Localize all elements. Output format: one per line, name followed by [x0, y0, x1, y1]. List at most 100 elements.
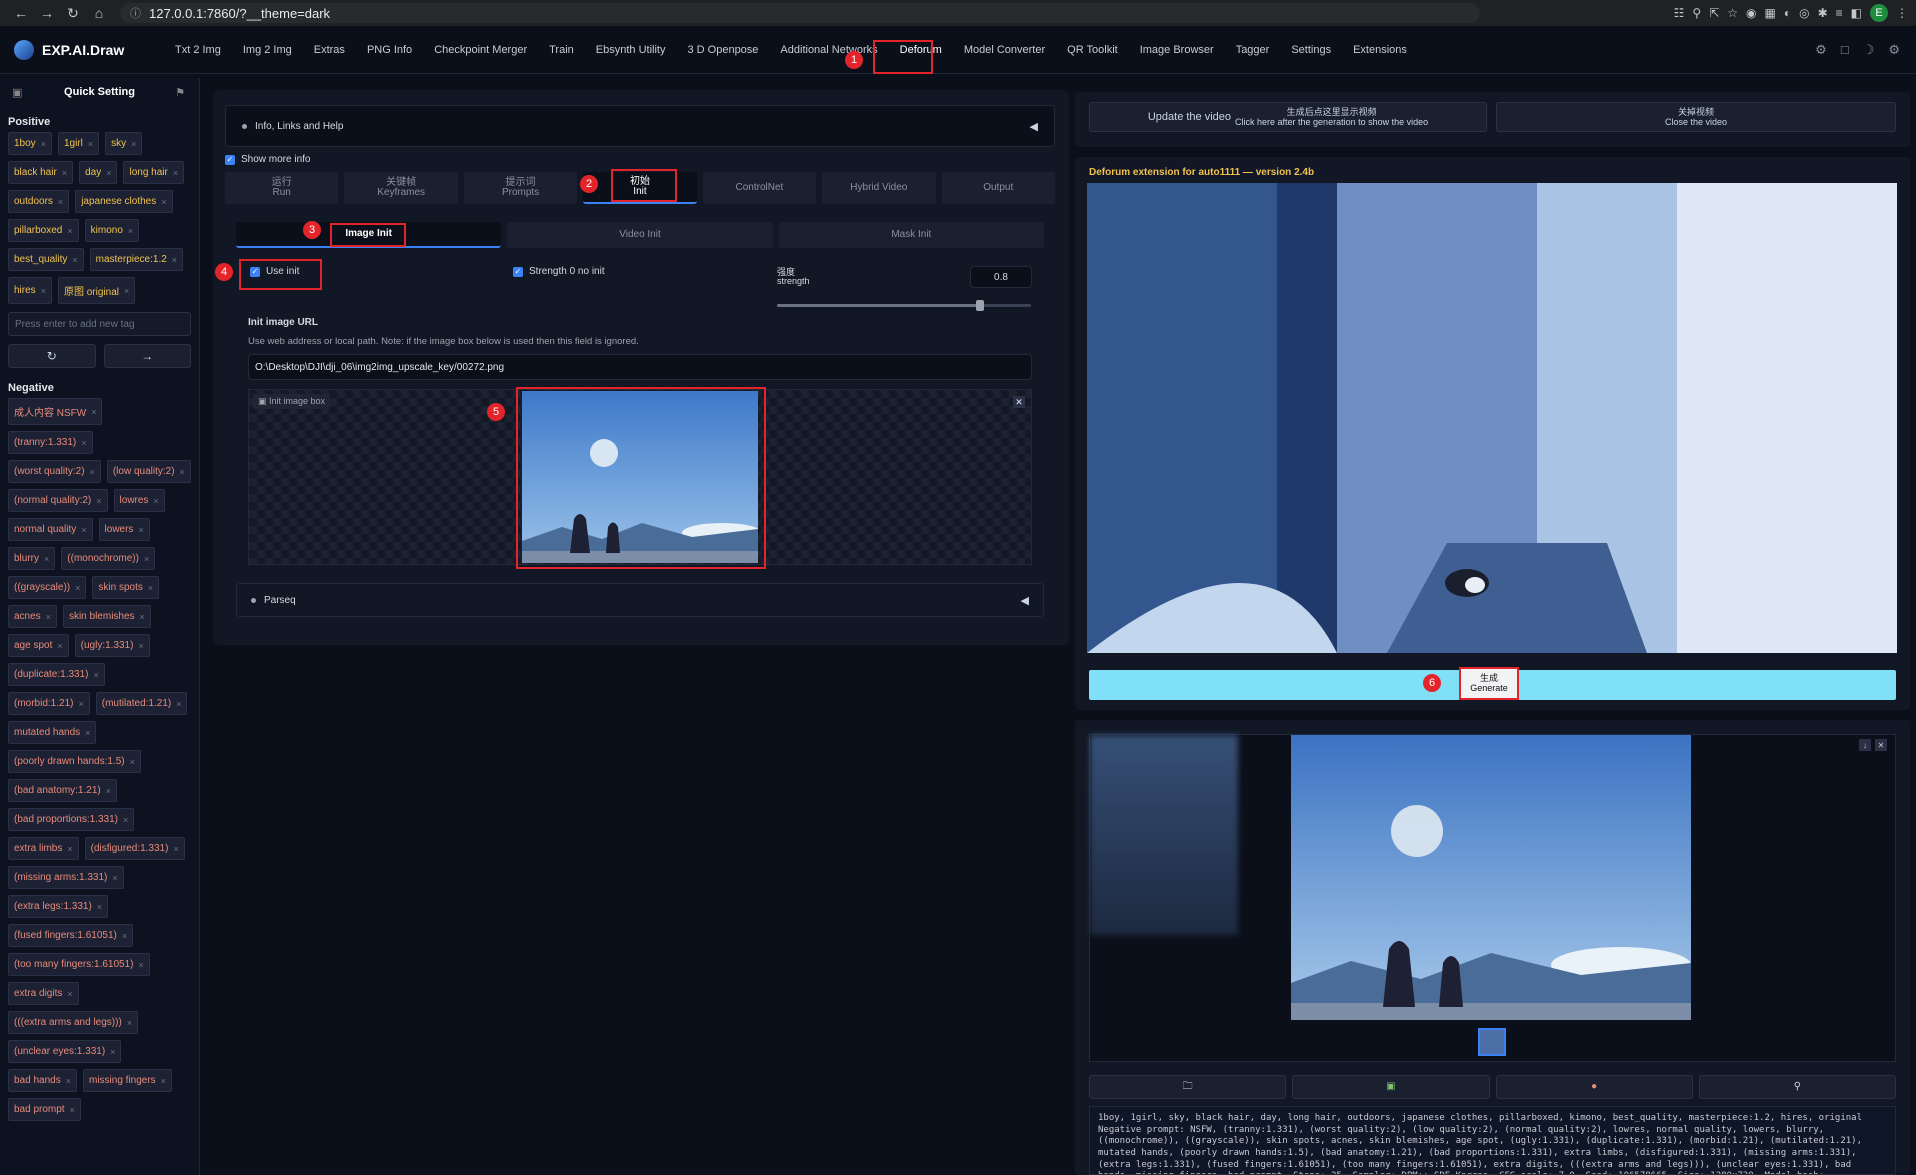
tag-chip[interactable]: 原图 original × [57, 277, 136, 304]
tag-chip[interactable]: black hair × [8, 161, 74, 184]
bookmark-star-icon[interactable]: ☆ [1727, 6, 1738, 20]
translate-icon[interactable]: ☷ [1674, 6, 1685, 20]
tag-chip[interactable]: (mutilated:1.21) × [95, 692, 188, 715]
tag-chip[interactable]: (fused fingers:1.61051) × [8, 924, 134, 947]
reload-icon[interactable]: ↻ [60, 5, 86, 22]
tag-chip[interactable]: (bad proportions:1.331) × [8, 808, 135, 831]
remove-tag-icon[interactable]: × [67, 226, 72, 236]
remove-tag-icon[interactable]: × [131, 139, 136, 149]
open-folder-button[interactable]: 🗀 [1089, 1075, 1287, 1099]
subtab-controlnet[interactable]: ControlNet [702, 172, 817, 204]
remove-tag-icon[interactable]: × [144, 554, 149, 564]
tag-chip[interactable]: (unclear eyes:1.331) × [8, 1040, 122, 1063]
tag-chip[interactable]: lowres × [113, 489, 165, 512]
tag-chip[interactable]: acnes × [8, 605, 57, 628]
zoom-icon[interactable]: ⚲ [1692, 6, 1701, 20]
top-tab-ebsynth-utility[interactable]: Ebsynth Utility [585, 33, 677, 67]
remove-tag-icon[interactable]: × [72, 255, 77, 265]
gallery-main-image[interactable] [1291, 735, 1691, 1020]
tag-chip[interactable]: lowers × [98, 518, 150, 541]
remove-tag-icon[interactable]: × [97, 902, 102, 912]
info-accordion[interactable]: Info, Links and Help ◀ [225, 105, 1055, 147]
gallery-thumbnail[interactable] [1478, 1028, 1506, 1056]
puzzle-icon[interactable]: ✱ [1818, 6, 1828, 20]
remove-tag-icon[interactable]: × [67, 989, 72, 999]
tag-chip[interactable]: bad prompt × [8, 1098, 81, 1121]
remove-tag-icon[interactable]: × [96, 496, 101, 506]
remove-tag-icon[interactable]: × [94, 670, 99, 680]
moon-icon[interactable]: ☽ [1863, 42, 1875, 58]
checkbox-icon[interactable]: ✓ [513, 266, 523, 277]
tag-chip[interactable]: (tranny:1.331) × [8, 431, 93, 454]
tag-chip[interactable]: long hair × [123, 161, 185, 184]
remove-tag-icon[interactable]: × [106, 786, 111, 796]
top-tab-qr-toolkit[interactable]: QR Toolkit [1056, 33, 1129, 67]
remove-tag-icon[interactable]: × [58, 197, 63, 207]
tag-chip[interactable]: skin spots × [92, 576, 160, 599]
tag-chip[interactable]: masterpiece:1.2 × [89, 248, 184, 271]
checkbox-icon[interactable]: ✓ [225, 154, 235, 165]
download-icon[interactable]: ↓ [1859, 739, 1871, 751]
subtab-hybrid-video[interactable]: Hybrid Video [822, 172, 936, 204]
init-image-url-input[interactable]: O:\Desktop\DJI\dji_06\img2img_upscale_ke… [248, 354, 1032, 380]
remove-tag-icon[interactable]: × [130, 757, 135, 767]
remove-tag-icon[interactable]: × [172, 255, 177, 265]
tag-chip[interactable]: (((extra arms and legs))) × [8, 1011, 139, 1034]
gear-icon[interactable]: ⚙ [1815, 42, 1827, 58]
settings-icon[interactable]: ⚙ [1888, 42, 1900, 58]
remove-tag-icon[interactable]: × [138, 525, 143, 535]
top-tab-txt-2-img[interactable]: Txt 2 Img [164, 33, 232, 67]
profile-avatar[interactable]: E [1870, 4, 1888, 22]
extension-icon[interactable]: ◎ [1799, 6, 1809, 20]
remove-tag-icon[interactable]: × [106, 168, 111, 178]
pin-icon[interactable]: ⚑ [175, 86, 185, 99]
top-tab-extras[interactable]: Extras [303, 33, 356, 67]
remove-tag-icon[interactable]: × [78, 699, 83, 709]
tag-chip[interactable]: (normal quality:2) × [8, 489, 108, 512]
collapse-triangle-icon[interactable]: ◀ [1030, 120, 1038, 133]
top-tab-extensions[interactable]: Extensions [1342, 33, 1418, 67]
tag-chip[interactable]: outdoors × [8, 190, 70, 213]
init-tab-video-init[interactable]: Video Init [507, 222, 773, 248]
top-tab-tagger[interactable]: Tagger [1225, 33, 1281, 67]
tag-chip[interactable]: skin blemishes × [62, 605, 151, 628]
remove-tag-icon[interactable]: × [112, 873, 117, 883]
tag-chip[interactable]: bad hands × [8, 1069, 77, 1092]
top-tab-image-browser[interactable]: Image Browser [1129, 33, 1225, 67]
remove-tag-icon[interactable]: × [90, 467, 95, 477]
tag-chip[interactable]: (poorly drawn hands:1.5) × [8, 750, 141, 773]
tag-chip[interactable]: blurry × [8, 547, 56, 570]
tag-chip[interactable]: (missing arms:1.331) × [8, 866, 124, 889]
parseq-accordion[interactable]: Parseq ◀ [236, 583, 1044, 617]
close-icon[interactable]: ✕ [1013, 396, 1025, 408]
info-icon[interactable]: ⓘ [130, 5, 141, 21]
top-tab-train[interactable]: Train [538, 33, 585, 67]
remove-tag-icon[interactable]: × [161, 1076, 166, 1086]
strength-slider[interactable] [777, 300, 1031, 311]
media-icon[interactable]: ≡ [1836, 6, 1843, 20]
tag-chip[interactable]: mutated hands × [8, 721, 97, 744]
remove-tag-icon[interactable]: × [85, 728, 90, 738]
attach-button[interactable]: ⚲ [1698, 1075, 1896, 1099]
collapse-triangle-icon[interactable]: ◀ [1021, 594, 1029, 607]
save-button[interactable]: ▣ [1292, 1075, 1490, 1099]
subtab-keyframes[interactable]: 关键帧 Keyframes [344, 172, 458, 204]
remove-tag-icon[interactable]: × [161, 197, 166, 207]
tag-chip[interactable]: (morbid:1.21) × [8, 692, 90, 715]
remove-tag-icon[interactable]: × [128, 226, 133, 236]
remove-tag-icon[interactable]: × [123, 815, 128, 825]
new-tag-input[interactable]: Press enter to add new tag [8, 312, 191, 336]
tag-chip[interactable]: (low quality:2) × [106, 460, 191, 483]
tag-chip[interactable]: day × [79, 161, 118, 184]
remove-tag-icon[interactable]: × [140, 612, 145, 622]
remove-tag-icon[interactable]: × [88, 139, 93, 149]
remove-tag-icon[interactable]: × [122, 931, 127, 941]
tag-chip[interactable]: normal quality × [8, 518, 93, 541]
tag-chip[interactable]: 成人内容 NSFW × [8, 398, 103, 425]
show-more-info-checkbox[interactable]: ✓ Show more info [225, 154, 310, 165]
update-video-button[interactable]: Update the video 生成后点这里显示视频 Click here a… [1089, 102, 1487, 132]
top-tab-png-info[interactable]: PNG Info [356, 33, 423, 67]
tag-chip[interactable]: age spot × [8, 634, 69, 657]
remove-tag-icon[interactable]: × [91, 407, 96, 417]
strength-0-no-init-checkbox[interactable]: ✓ Strength 0 no init [513, 266, 605, 277]
